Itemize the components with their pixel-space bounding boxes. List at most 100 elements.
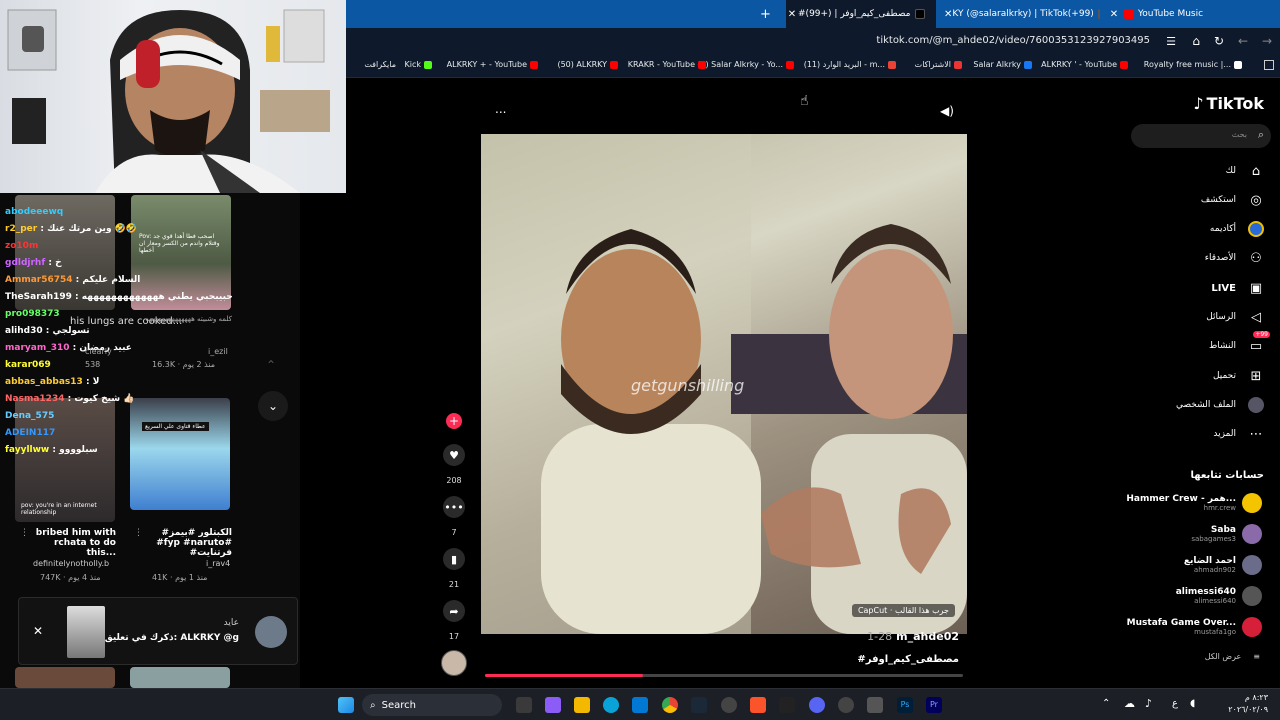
network-icon[interactable]: ☁ [1124, 697, 1135, 710]
music-disc-avatar[interactable] [441, 650, 467, 676]
search-box[interactable]: بحث ⌕ [1131, 124, 1271, 148]
bookmark-item[interactable]: Royalty free music |... [1144, 60, 1242, 69]
mic-icon[interactable]: ♪ [1145, 697, 1152, 710]
steam-icon[interactable] [691, 697, 707, 713]
nav-upload[interactable]: تحميل ⊞ [1213, 368, 1264, 384]
see-all-link[interactable]: عرض الكل ≡ [1205, 652, 1260, 661]
forward-icon[interactable]: → [1262, 34, 1272, 48]
tray-chevron-icon[interactable]: ⌃ [1102, 698, 1110, 709]
bookmark-item[interactable]: ALKRKY ' - YouTube [1041, 60, 1128, 69]
back-icon[interactable]: ← [1238, 34, 1248, 48]
bookmark-item[interactable]: ALKRKY + - YouTube [447, 60, 538, 69]
feed-thumbnail[interactable] [15, 667, 115, 688]
close-tab-icon[interactable]: ✕ [786, 9, 798, 20]
close-tab-icon[interactable]: ✕ [1108, 9, 1120, 20]
bookmark-item[interactable]: (1) Salar Alkrky - Yo... [697, 60, 794, 69]
post-author[interactable]: i_ezil [208, 347, 228, 356]
following-item[interactable]: alimessi640 alimessi640 [1176, 586, 1262, 606]
new-tab-button[interactable]: + [760, 0, 780, 28]
nav-explore[interactable]: استكشف ◎ [1201, 192, 1264, 208]
tab-tiktok-profile[interactable]: ✕ KY (@salaralkrky) | TikTok(+99) [944, 0, 1104, 28]
nav-activity[interactable]: النشاط ▭ +99 [1209, 331, 1270, 354]
feed-thumbnail[interactable] [130, 667, 230, 688]
start-icon[interactable] [338, 697, 354, 713]
mention-notification[interactable]: ✕ عايد ذكرك في تعليق: ALKRKY @g [18, 597, 298, 665]
following-item[interactable]: Mustafa Game Over... mustafa1go [1127, 617, 1262, 637]
discord-icon[interactable] [809, 697, 825, 713]
home-button-icon[interactable]: ⌂ [1192, 34, 1200, 48]
brave-icon[interactable] [750, 697, 766, 713]
taskbar-search[interactable]: ⌕ Search [362, 694, 502, 716]
video-progress-track[interactable] [485, 674, 963, 677]
video-hashtag[interactable]: #مصطفى_كيم_اوفر [857, 654, 959, 665]
apps-icon[interactable] [1264, 60, 1274, 70]
nav-live[interactable]: LIVE ▣ [1211, 280, 1264, 296]
avatar [1242, 617, 1262, 637]
nav-for-you[interactable]: لك ⌂ [1226, 163, 1264, 179]
follow-plus-icon[interactable]: + [446, 413, 462, 429]
close-tab-icon[interactable]: ✕ [944, 9, 952, 20]
premiere-icon[interactable]: Pr [926, 697, 942, 713]
scroll-down-icon[interactable]: ⌄ [258, 391, 288, 421]
search-placeholder: بحث [1231, 130, 1247, 139]
reload-icon[interactable]: ↻ [1214, 34, 1224, 48]
nav-more[interactable]: المزيد ⋯ [1213, 426, 1264, 442]
tab-tiktok-video[interactable]: ✕ #مصطفى_كيم_اوفر | (+99) [786, 0, 936, 28]
following-item[interactable]: احمد الضايع ahmadn902 [1184, 555, 1262, 575]
bookmark-item[interactable]: Kick [405, 60, 432, 69]
post-caption[interactable]: كلمه وشبيته ههههههههههههههه [136, 315, 232, 323]
capcut-tag[interactable]: CapCut · جرب هذا القالب [851, 604, 955, 617]
compass-icon: ◎ [1250, 192, 1262, 208]
app-icon[interactable] [838, 697, 854, 713]
share-button[interactable]: ➦ [443, 600, 465, 622]
clock[interactable]: ٨:٢٣ م ٢٠٢٦/٠٢/٠٩ [1228, 692, 1268, 716]
nav-messages[interactable]: الرسائل ◁ [1206, 309, 1264, 325]
post-author[interactable]: clearly [85, 347, 112, 356]
bookmark-item[interactable]: الاشتراكات [915, 60, 962, 69]
like-button[interactable]: ♥ [443, 444, 465, 466]
chat-message: pro098373 [5, 309, 60, 319]
bookmark-item[interactable]: البريد الوارد (11) - m... [804, 60, 896, 69]
nav-friends[interactable]: الأصدقاء ⚇ [1205, 250, 1264, 266]
post-author[interactable]: i_rav4 [206, 559, 230, 568]
bookmark-item[interactable]: Salar Alkrky [973, 60, 1032, 69]
settings-icon[interactable] [721, 697, 737, 713]
copilot-icon[interactable] [545, 697, 561, 713]
task-view-icon[interactable] [516, 697, 532, 713]
more-options-icon[interactable]: ... [495, 102, 506, 116]
scroll-up-icon[interactable]: ⌃ [266, 358, 276, 372]
nav-profile[interactable]: الملف الشخصي [1176, 397, 1264, 413]
chrome-icon[interactable] [662, 697, 678, 713]
tune-icon[interactable]: ☰ [1166, 35, 1176, 48]
edge-icon[interactable] [603, 697, 619, 713]
store-icon[interactable] [632, 697, 648, 713]
comment-button[interactable]: ••• [443, 496, 465, 518]
video-player[interactable]: getgunshilling CapCut · جرب هذا القالب [481, 134, 967, 634]
photoshop-icon[interactable]: Ps [897, 697, 913, 713]
following-item[interactable]: Hammer Crew - همر... hmr.crew [1126, 493, 1262, 513]
tiktok-logo[interactable]: ♪ TikTok [1193, 94, 1264, 113]
volume-icon[interactable]: ◀) [940, 104, 954, 118]
bookmark-item[interactable]: (50) ALKRKY [557, 60, 618, 69]
nav-academy[interactable]: أكاديمه [1210, 221, 1264, 237]
close-icon[interactable]: ✕ [33, 624, 43, 638]
bookmark-item[interactable]: KRAKR - YouTube [628, 60, 706, 69]
post-caption[interactable]: bribed him with rchata to do this... [30, 528, 116, 558]
bookmark-item[interactable]: مايكرافت [364, 60, 396, 69]
post-options-icon[interactable]: ⋮ [20, 528, 29, 538]
feed-thumbnail[interactable]: عطاء قتاوى علي السريع [130, 398, 230, 510]
browser-tab-bar: ✕ YouTube Music ✕ KY (@salaralkrky) | Ti… [346, 0, 1280, 28]
capcut-icon[interactable] [779, 697, 795, 713]
post-author[interactable]: definitelynotholly.b [33, 559, 109, 568]
save-button[interactable]: ▮ [443, 548, 465, 570]
language-indicator[interactable]: ع [1172, 698, 1178, 709]
following-item[interactable]: Saba sabagames3 [1191, 524, 1262, 544]
app-icon[interactable] [867, 697, 883, 713]
file-explorer-icon[interactable] [574, 697, 590, 713]
url-text[interactable]: tiktok.com/@m_ahde02/video/7600353123927… [876, 35, 1150, 46]
post-caption[interactable]: #الكبتلور #بيمز #fyp #naruto# #فرتنايت [140, 528, 232, 558]
post-options-icon[interactable]: ⋮ [134, 528, 143, 538]
volume-tray-icon[interactable]: ◖ [1190, 698, 1195, 709]
tab-youtube-music[interactable]: ✕ YouTube Music [1108, 0, 1280, 28]
video-author[interactable]: m_ahde02 [896, 630, 959, 643]
